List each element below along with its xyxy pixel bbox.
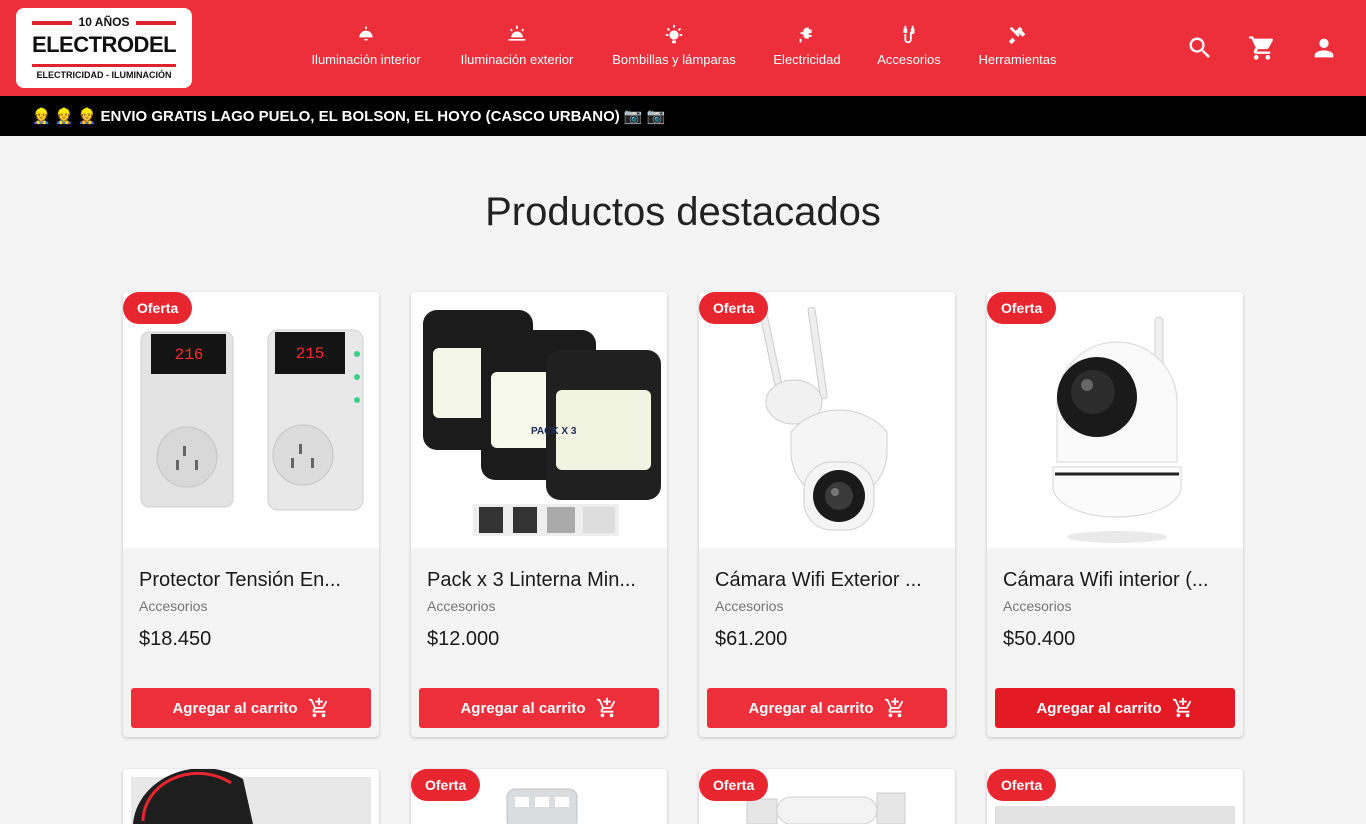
cart-add-icon [884, 697, 903, 718]
product-name[interactable]: Cámara Wifi interior (... [1003, 569, 1229, 592]
ceiling-lamp-icon [300, 24, 432, 48]
offer-badge: Oferta [411, 769, 481, 801]
product-image[interactable] [987, 292, 1243, 548]
plug-icon [764, 24, 850, 48]
nav-label: Electricidad [773, 52, 841, 67]
site-header: 10 AÑOS ELECTRODEL ELECTRICIDAD - ILUMIN… [0, 0, 1366, 96]
product-card[interactable]: Oferta [699, 769, 955, 824]
section-title: Productos destacados [485, 190, 881, 234]
nav-item-bombillas[interactable]: Bombillas y lámparas [603, 24, 745, 72]
offer-badge: Oferta [123, 292, 193, 324]
nav-item-herramientas[interactable]: Herramientas [970, 24, 1065, 72]
cart-add-icon [308, 697, 327, 718]
announcement-text: 👷 👷 👷 ENVIO GRATIS LAGO PUELO, EL BOLSON… [32, 108, 666, 125]
offer-badge: Oferta [699, 292, 769, 324]
nav-item-accesorios[interactable]: Accesorios [868, 24, 950, 72]
bulb-icon [603, 24, 745, 48]
product-price: $50.400 [1003, 628, 1076, 650]
logo-brand: ELECTRODEL [31, 32, 177, 57]
product-card[interactable]: Oferta Cámara Wifi interior (... Accesor… [987, 292, 1243, 737]
sunrise-icon [450, 24, 584, 48]
announcement-bar: 👷 👷 👷 ENVIO GRATIS LAGO PUELO, EL BOLSON… [0, 96, 1366, 136]
logo-years: 10 AÑOS [78, 15, 130, 29]
product-price: $61.200 [715, 628, 788, 650]
cable-icon [868, 24, 950, 48]
svg-text:PACK X 3: PACK X 3 [531, 426, 577, 437]
product-price: $12.000 [427, 628, 500, 650]
user-icon[interactable] [1310, 34, 1338, 62]
offer-badge: Oferta [987, 769, 1057, 801]
nav-item-iluminacion-interior[interactable]: Iluminación interior [300, 24, 432, 72]
product-card[interactable]: PACK X 3 Pack x 3 Linterna Min... Acceso… [411, 292, 667, 737]
site-logo[interactable]: 10 AÑOS ELECTRODEL ELECTRICIDAD - ILUMIN… [16, 8, 192, 88]
nav-label: Herramientas [978, 52, 1057, 67]
product-category: Accesorios [139, 598, 208, 614]
logo-tagline: ELECTRICIDAD - ILUMINACIÓN [36, 70, 172, 80]
product-image[interactable] [123, 769, 379, 824]
add-to-cart-button[interactable]: Agregar al carrito [707, 688, 947, 728]
add-to-cart-button[interactable]: Agregar al carrito [419, 688, 659, 728]
svg-text:215: 215 [296, 345, 325, 363]
add-to-cart-button[interactable]: Agregar al carrito [995, 688, 1235, 728]
product-name[interactable]: Cámara Wifi Exterior ... [715, 569, 941, 592]
product-name[interactable]: Protector Tensión En... [139, 569, 365, 592]
cart-add-icon [596, 697, 615, 718]
product-card[interactable]: Oferta Cámara Wifi Exterior ... Accesori… [699, 292, 955, 737]
product-image[interactable]: PACK X 3 [411, 292, 667, 548]
cart-icon[interactable] [1248, 34, 1276, 62]
add-to-cart-button[interactable]: Agregar al carrito [131, 688, 371, 728]
search-icon[interactable] [1186, 34, 1214, 62]
product-card[interactable]: 216 215 Oferta Protector Tensión En... A… [123, 292, 379, 737]
cart-add-icon [1172, 697, 1191, 718]
offer-badge: Oferta [699, 769, 769, 801]
product-card[interactable] [123, 769, 379, 824]
product-image[interactable]: 216 215 [123, 292, 379, 548]
product-card[interactable]: Oferta [411, 769, 667, 824]
offer-badge: Oferta [987, 292, 1057, 324]
nav-item-electricidad[interactable]: Electricidad [764, 24, 850, 72]
product-name[interactable]: Pack x 3 Linterna Min... [427, 569, 653, 592]
nav-label: Iluminación exterior [460, 52, 574, 67]
tools-icon [970, 24, 1065, 48]
nav-label: Iluminación interior [311, 52, 421, 67]
product-category: Accesorios [715, 598, 784, 614]
product-category: Accesorios [427, 598, 496, 614]
product-card[interactable]: Oferta [987, 769, 1243, 824]
product-category: Accesorios [1003, 598, 1072, 614]
svg-text:216: 216 [175, 346, 204, 364]
product-price: $18.450 [139, 628, 212, 650]
product-image[interactable] [699, 292, 955, 548]
nav-label: Bombillas y lámparas [612, 52, 736, 67]
nav-item-iluminacion-exterior[interactable]: Iluminación exterior [450, 24, 584, 72]
nav-label: Accesorios [877, 52, 941, 67]
